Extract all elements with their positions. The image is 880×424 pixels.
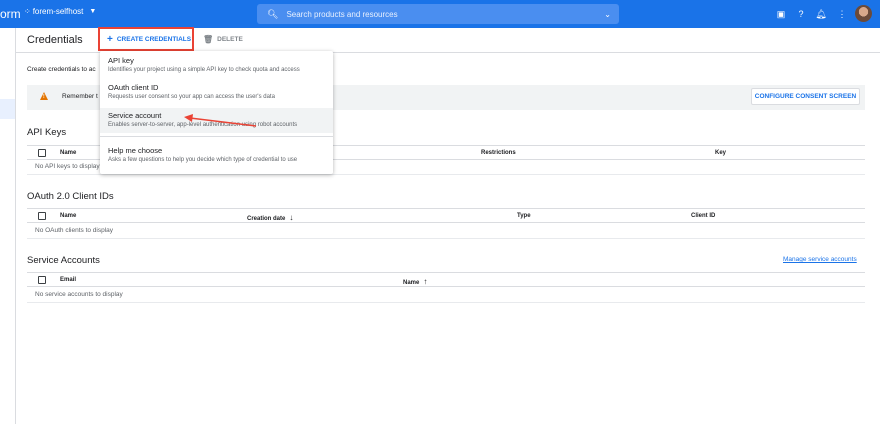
column-type[interactable]: Type <box>517 213 531 219</box>
table-divider <box>27 238 865 239</box>
expand-search-icon[interactable]: ⌄ <box>604 10 611 19</box>
search-bar[interactable]: 🔍︎ Search products and resources ⌄ <box>257 4 619 24</box>
oauth-title: OAuth 2.0 Client IDs <box>27 191 114 202</box>
plus-icon: + <box>107 33 113 45</box>
page-title: Credentials <box>27 34 83 46</box>
trash-icon: 🗑︎ <box>203 35 214 44</box>
search-icon: 🔍︎ <box>267 8 279 19</box>
service-accounts-title: Service Accounts <box>27 255 100 266</box>
select-all-checkbox[interactable] <box>38 149 46 157</box>
menu-item-desc: Identifies your project using a simple A… <box>108 67 300 73</box>
intro-text: Create credentials to ac <box>27 66 96 73</box>
api-keys-empty: No API keys to display <box>35 163 100 170</box>
chevron-down-icon: ▼ <box>89 8 97 15</box>
project-selector[interactable]: ⁘ forem-selfhost ▼ <box>24 7 96 16</box>
oauth-empty: No OAuth clients to display <box>35 227 114 234</box>
table-divider <box>27 302 865 303</box>
delete-label: DELETE <box>217 36 243 43</box>
column-creation-date-label: Creation date <box>247 216 286 222</box>
help-icon[interactable]: ? <box>795 8 807 20</box>
avatar[interactable] <box>855 5 872 22</box>
more-options-icon[interactable]: ⋮ <box>836 8 848 20</box>
menu-item-desc: Requests user consent so your app can ac… <box>108 94 275 100</box>
menu-item-api-key[interactable]: API key Identifies your project using a … <box>100 56 333 73</box>
sort-up-icon: ↑ <box>423 277 428 286</box>
column-creation-date[interactable]: Creation date ↓ <box>247 213 293 222</box>
menu-item-help-me-choose[interactable]: Help me choose Asks a few questions to h… <box>100 146 333 163</box>
column-client-id[interactable]: Client ID <box>691 213 715 219</box>
select-all-checkbox[interactable] <box>38 212 46 220</box>
column-key[interactable]: Key <box>715 150 726 156</box>
banner-text: Remember t <box>62 93 98 100</box>
menu-item-oauth-client-id[interactable]: OAuth client ID Requests user consent so… <box>100 83 333 100</box>
table-divider <box>27 174 865 175</box>
menu-item-title: API key <box>108 56 134 65</box>
warning-mark: ! <box>43 94 45 100</box>
menu-divider <box>100 136 333 137</box>
configure-consent-screen-button[interactable]: CONFIGURE CONSENT SCREEN <box>751 88 860 105</box>
search-input[interactable]: Search products and resources <box>286 10 604 19</box>
oauth-table-header: Name Creation date ↓ Type Client ID <box>27 208 865 223</box>
api-keys-title: API Keys <box>27 127 67 138</box>
menu-item-title: Help me choose <box>108 146 163 155</box>
create-credentials-label: CREATE CREDENTIALS <box>116 35 192 43</box>
left-nav-rail <box>0 28 16 424</box>
product-name[interactable]: orm <box>0 7 21 21</box>
service-accounts-table-header: Email Name ↑ <box>27 272 865 287</box>
column-name[interactable]: Name <box>60 150 76 156</box>
sort-down-icon: ↓ <box>289 213 294 222</box>
column-name[interactable]: Name ↑ <box>403 277 427 286</box>
menu-item-desc: Asks a few questions to help you decide … <box>108 157 298 163</box>
service-accounts-empty: No service accounts to display <box>35 291 123 298</box>
menu-item-title: OAuth client ID <box>108 83 159 92</box>
project-icon: ⁘ <box>24 7 31 16</box>
top-bar: orm ⁘ forem-selfhost ▼ 🔍︎ Search product… <box>0 0 880 28</box>
delete-button[interactable]: 🗑︎ DELETE <box>203 35 243 44</box>
select-all-checkbox[interactable] <box>38 276 46 284</box>
column-name-label: Name <box>403 280 420 286</box>
manage-service-accounts-link[interactable]: Manage service accounts <box>783 256 857 263</box>
column-email[interactable]: Email <box>60 277 76 283</box>
notifications-icon[interactable]: 🔔︎ <box>815 8 827 20</box>
annotation-arrow <box>184 114 257 127</box>
nav-item-credentials-selected[interactable] <box>0 99 15 119</box>
cloud-shell-icon[interactable]: ▣ <box>775 8 787 20</box>
column-restrictions[interactable]: Restrictions <box>481 150 516 156</box>
column-name[interactable]: Name <box>60 213 76 219</box>
create-credentials-button[interactable]: + CREATE CREDENTIALS <box>98 27 194 51</box>
project-name: forem-selfhost <box>32 7 84 16</box>
